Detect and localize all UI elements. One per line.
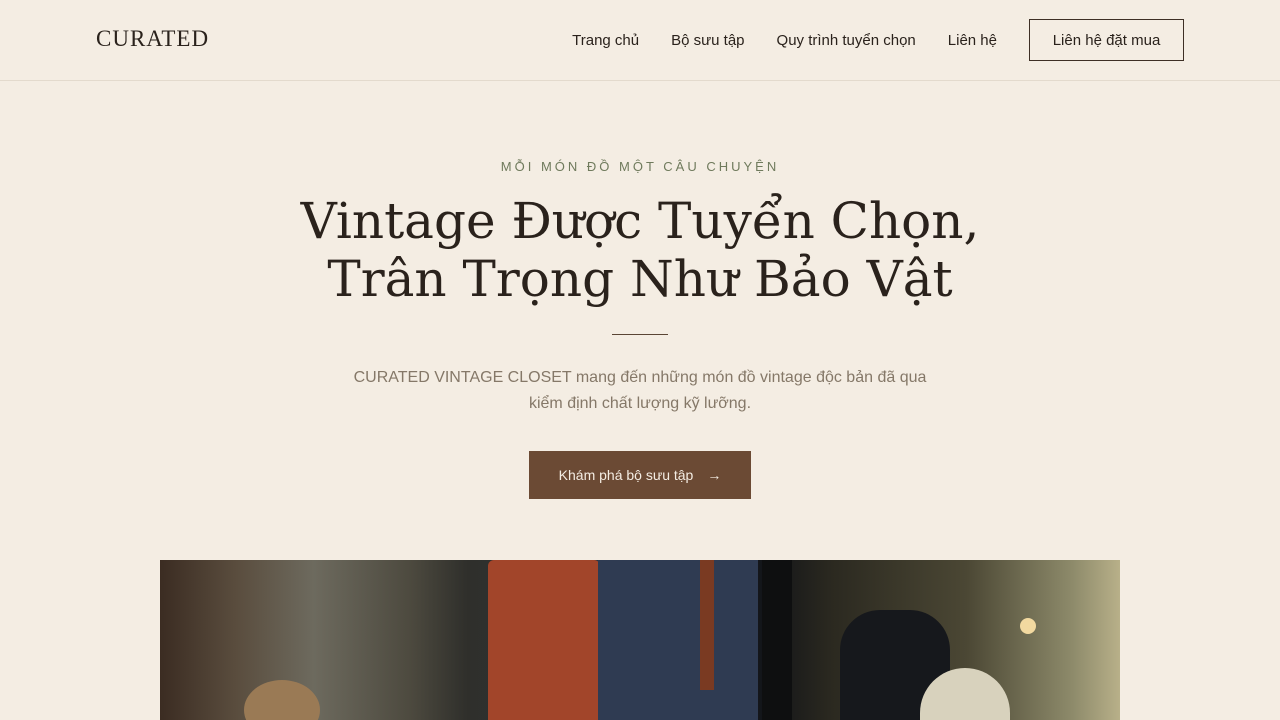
hero-description: CURATED VINTAGE CLOSET mang đến những mó… [353,369,927,412]
main-nav: Trang chủ Bộ sưu tập Quy trình tuyển chọ… [572,19,1184,61]
brand-logo[interactable]: CURATED [96,26,209,52]
hero-headline-line-1: Vintage Được Tuyển Chọn, [300,192,980,250]
hanging-red-jacket-shape [488,560,600,720]
dark-divider-shape [762,560,792,720]
explore-collection-label: Khám phá bộ sưu tập [558,467,694,483]
hero-headline-line-2: Trân Trọng Như Bảo Vật [327,250,953,308]
hero-image [160,560,1120,720]
arrow-right-icon: → [707,467,722,483]
nav-link-curation-process[interactable]: Quy trình tuyển chọn [777,32,916,49]
contact-order-button[interactable]: Liên hệ đặt mua [1029,19,1184,61]
hanging-denim-jacket-shape [598,560,758,720]
site-header: CURATED Trang chủ Bộ sưu tập Quy trình t… [0,0,1280,81]
hero-eyebrow: MỖI MÓN ĐỒ MỘT CÂU CHUYỆN [500,159,780,174]
lamp-glow-shape [1020,618,1036,634]
hero-section: MỖI MÓN ĐỒ MỘT CÂU CHUYỆN Vintage Được T… [0,81,1280,499]
nav-link-home[interactable]: Trang chủ [572,32,639,49]
nav-link-collection[interactable]: Bộ sưu tập [671,32,744,49]
explore-collection-button[interactable]: Khám phá bộ sưu tập → [529,451,751,499]
hat-globe-shape [244,680,320,720]
leather-strap-shape [700,560,714,690]
nav-link-contact[interactable]: Liên hệ [948,32,997,49]
hero-divider [612,334,668,335]
hero-headline: Vintage Được Tuyển Chọn, Trân Trọng Như … [0,192,1280,308]
